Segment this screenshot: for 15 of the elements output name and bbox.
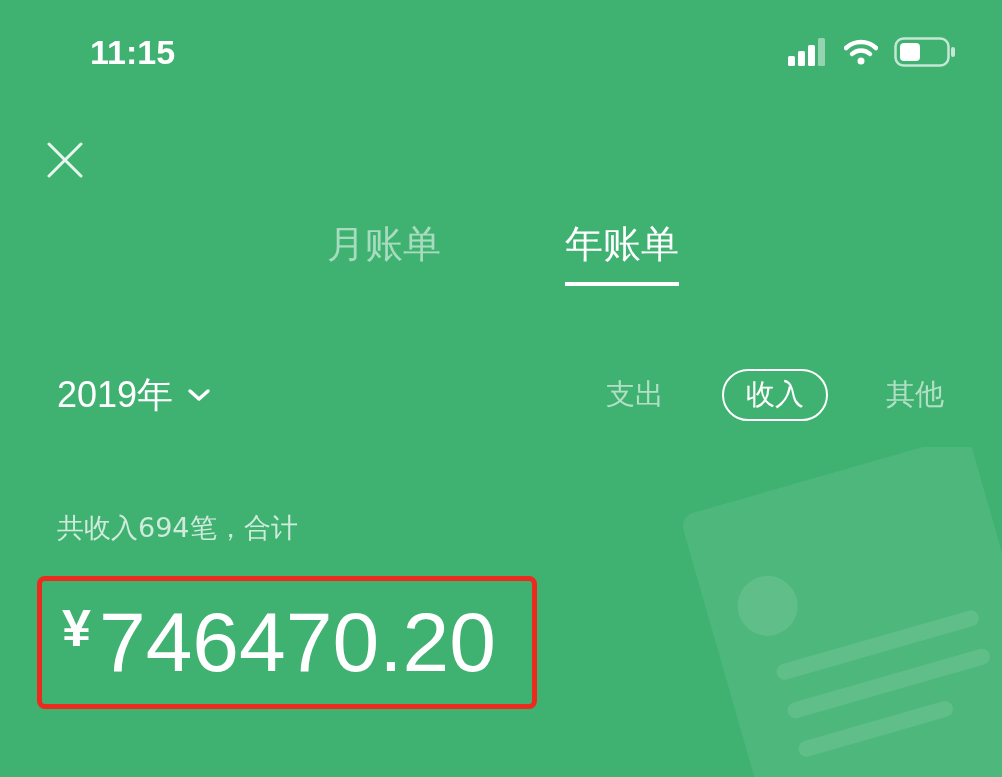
total-amount: 746470.20 — [98, 594, 496, 691]
wifi-icon — [844, 39, 878, 65]
tab[interactable]: 年账单 — [565, 224, 679, 286]
summary-text: 共收入694笔，合计 — [57, 513, 299, 543]
currency-symbol: ¥ — [62, 597, 91, 658]
battery-icon — [894, 37, 956, 67]
tab[interactable]: 月账单 — [327, 224, 441, 286]
close-icon[interactable] — [47, 142, 83, 178]
filter-chip[interactable]: 其他 — [862, 369, 946, 421]
signal-icon — [788, 38, 828, 66]
chevron-down-icon — [187, 388, 212, 402]
status-time: 11:15 — [90, 32, 176, 72]
filter-chip[interactable]: 支出 — [582, 369, 688, 421]
year-dropdown[interactable]: 2019年 — [57, 370, 212, 420]
filter-chip[interactable]: 收入 — [722, 369, 828, 421]
